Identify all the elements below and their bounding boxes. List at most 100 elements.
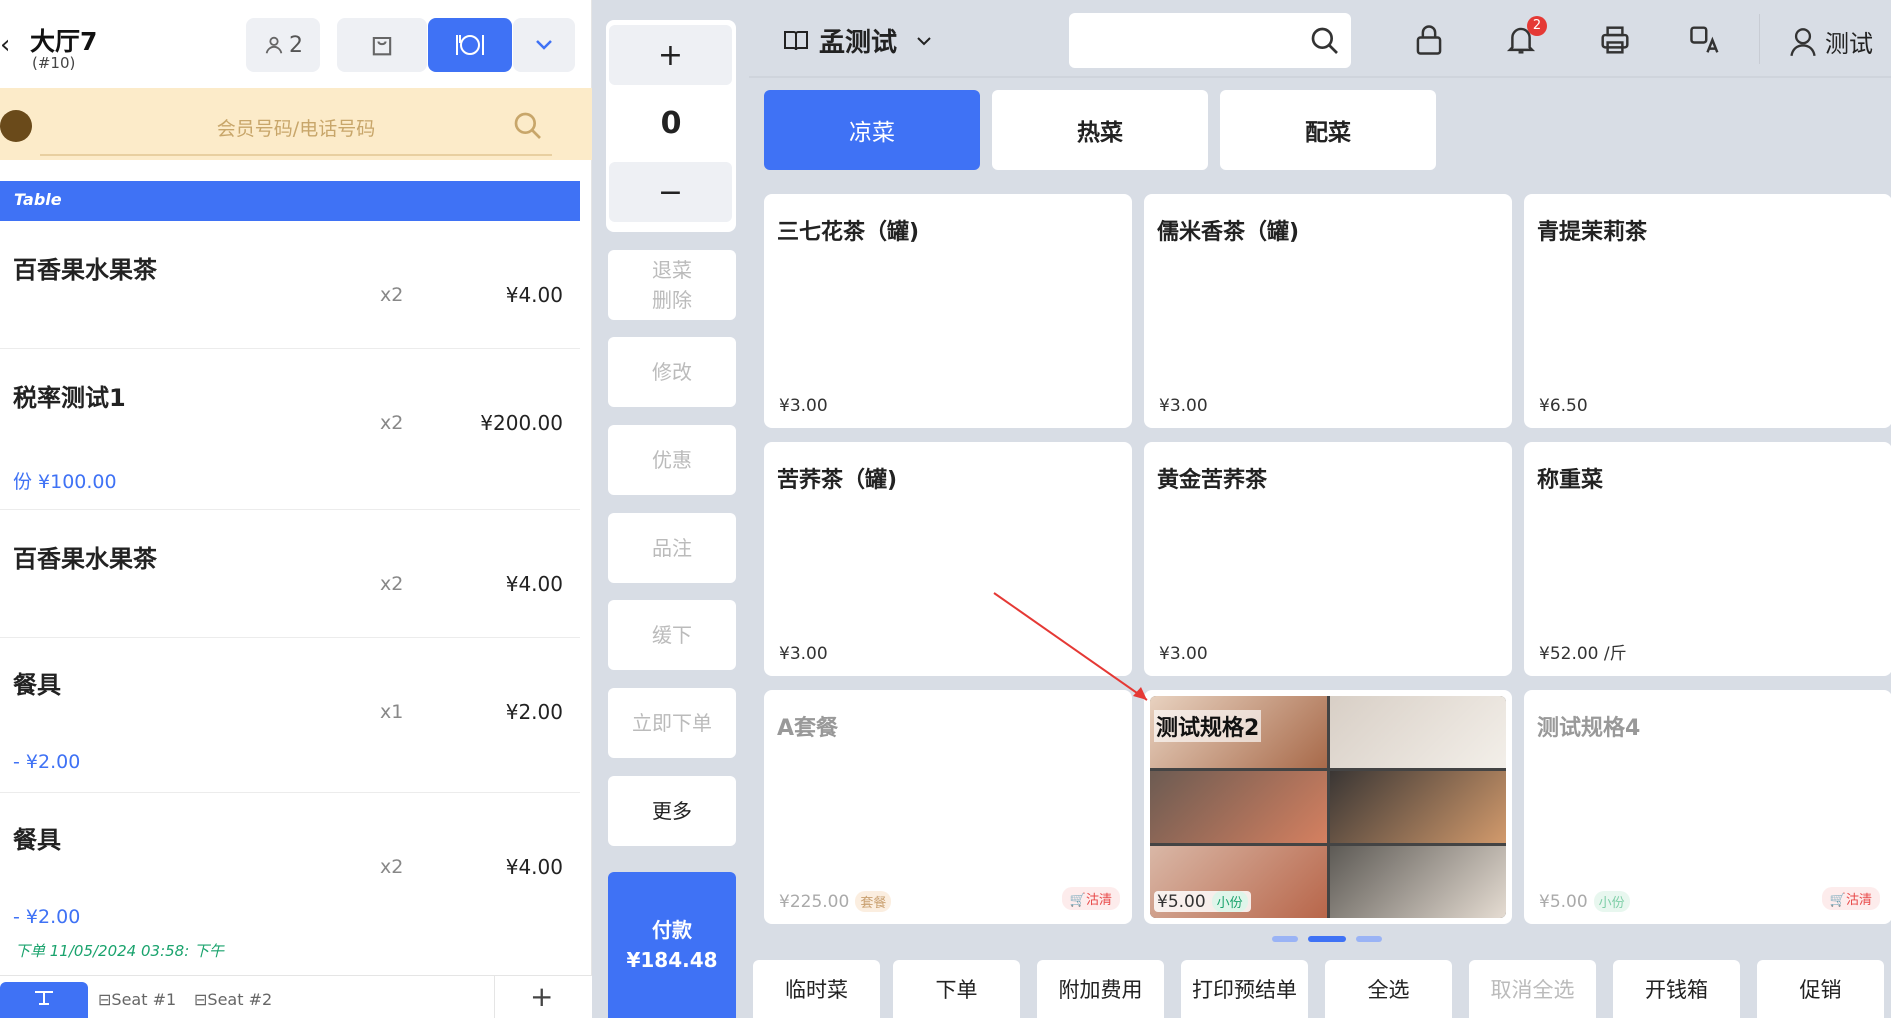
page-dot[interactable] [1272, 936, 1298, 942]
item-qty: x2 [380, 573, 404, 595]
more-button[interactable]: 更多 [608, 776, 736, 846]
promotion-button[interactable]: 促销 [1757, 960, 1884, 1018]
note-button[interactable]: 品注 [608, 513, 736, 583]
product-card-with-image[interactable]: 测试规格2 ¥5.00 小份 [1144, 690, 1512, 924]
product-card[interactable]: 青提茉莉茶 ¥6.50 [1524, 194, 1891, 428]
search-icon[interactable] [512, 110, 544, 142]
quantity-value: 0 [660, 106, 682, 141]
product-price: ¥3.00 [779, 396, 828, 416]
sold-out-badge: 🛒沽清 [1821, 887, 1880, 910]
dine-in-button[interactable] [428, 18, 512, 72]
page-dot-active[interactable] [1308, 936, 1346, 942]
combo-tag: 套餐 [855, 891, 892, 912]
search-icon[interactable] [1309, 25, 1341, 57]
member-search-input[interactable]: 会员号码/电话号码 [40, 100, 552, 156]
bag-icon [372, 36, 392, 56]
user-menu[interactable]: 测试 [1789, 24, 1873, 59]
seat-label: Seat #2 [207, 990, 273, 1009]
product-name: 苦荞茶（罐) [777, 468, 898, 493]
pay-amount: ¥184.48 [626, 948, 718, 972]
product-card[interactable]: 称重菜 ¥52.00 /斤 [1524, 442, 1891, 676]
product-price-row: ¥225.00 套餐 [779, 891, 892, 912]
annotation-arrow [993, 592, 1148, 701]
product-card[interactable]: 黄金苦荞茶 ¥3.00 [1144, 442, 1512, 676]
open-cash-drawer-button[interactable]: 开钱箱 [1613, 960, 1740, 1018]
member-placeholder: 会员号码/电话号码 [216, 117, 376, 140]
seat-all-tab[interactable] [0, 982, 88, 1018]
sold-out-label: 沽清 [1845, 893, 1872, 908]
category-hot-dishes[interactable]: 热菜 [992, 90, 1208, 170]
order-panel: ‹ 大厅7 (#10) 2 会员号码/电话号码 Table 百香果水果茶 x2 … [0, 0, 592, 1018]
chevron-down-icon [536, 40, 552, 50]
order-now-button[interactable]: 立即下单 [608, 688, 736, 758]
increase-button[interactable]: + [609, 25, 732, 85]
page-indicator [1272, 936, 1382, 942]
product-price-row: ¥5.00 小份 [1539, 891, 1630, 912]
seat-label: Seat #1 [111, 990, 177, 1009]
order-item[interactable]: 百香果水果茶 x2 ¥4.00 [0, 511, 580, 638]
seat-bar: ⊟Seat #1 ⊟Seat #2 + [0, 975, 592, 1018]
place-order-button[interactable]: 下单 [893, 960, 1020, 1018]
action-column: + 0 − 退菜 删除 修改 优惠 品注 缓下 立即下单 更多 付款 ¥184.… [592, 0, 749, 1018]
seat-tab-2[interactable]: ⊟Seat #2 [194, 990, 272, 1009]
print-prebill-button[interactable]: 打印预结单 [1181, 960, 1308, 1018]
product-price: ¥6.50 [1539, 396, 1588, 416]
table-icon [35, 991, 53, 1005]
product-card[interactable]: 儒米香茶（罐) ¥3.00 [1144, 194, 1512, 428]
back-icon[interactable]: ‹ [0, 30, 10, 60]
more-dropdown-button[interactable] [513, 18, 575, 72]
pay-button[interactable]: 付款 ¥184.48 [608, 872, 736, 1018]
table-header: Table [0, 181, 580, 221]
vip-icon [0, 110, 32, 142]
decrease-button[interactable]: − [609, 162, 732, 222]
order-item[interactable]: 税率测试1 x2 ¥200.00 份 ¥100.00 [0, 350, 580, 510]
add-seat-button[interactable]: + [530, 980, 553, 1013]
order-number: (#10) [32, 54, 76, 72]
order-item[interactable]: 餐具 x2 ¥4.00 - ¥2.00 下单 11/05/2024 03:58:… [0, 794, 580, 972]
product-card[interactable]: 测试规格4 ¥5.00 小份 🛒沽清 [1524, 690, 1891, 924]
product-name: 三七花茶（罐) [777, 220, 920, 245]
temp-dish-button[interactable]: 临时菜 [753, 960, 880, 1018]
category-side-dishes[interactable]: 配菜 [1220, 90, 1436, 170]
product-name: 测试规格2 [1154, 710, 1262, 742]
item-name: 百香果水果茶 [13, 256, 157, 284]
guest-count: 2 [289, 32, 303, 58]
guest-count-button[interactable]: 2 [246, 18, 320, 72]
page-dot[interactable] [1356, 936, 1382, 942]
category-cold-dishes[interactable]: 凉菜 [764, 90, 980, 170]
translate-icon[interactable] [1685, 20, 1725, 60]
deselect-all-button[interactable]: 取消全选 [1469, 960, 1596, 1018]
notification-badge: 2 [1527, 16, 1547, 36]
store-selector[interactable]: 孟测试 [783, 22, 933, 59]
sold-out-badge: 🛒沽清 [1061, 887, 1120, 910]
item-unit-price: 份 ¥100.00 [13, 471, 117, 493]
product-card[interactable]: 三七花茶（罐) ¥3.00 [764, 194, 1132, 428]
item-price: ¥4.00 [505, 283, 563, 307]
product-price: ¥225.00 [779, 892, 850, 912]
seat-tab-1[interactable]: ⊟Seat #1 [98, 990, 176, 1009]
item-price: ¥4.00 [505, 855, 563, 879]
takeout-button[interactable] [337, 18, 427, 72]
pay-label: 付款 [652, 918, 692, 942]
return-delete-button[interactable]: 退菜 删除 [608, 250, 736, 320]
product-name: 儒米香茶（罐) [1157, 220, 1300, 245]
hold-button[interactable]: 缓下 [608, 600, 736, 670]
item-price: ¥4.00 [505, 572, 563, 596]
printer-icon[interactable] [1595, 20, 1635, 60]
table-title: 大厅7 [30, 27, 98, 56]
modify-button[interactable]: 修改 [608, 337, 736, 407]
product-price: ¥3.00 [1159, 644, 1208, 664]
lock-icon[interactable] [1409, 20, 1449, 60]
extra-charge-button[interactable]: 附加费用 [1037, 960, 1164, 1018]
product-price-row: ¥5.00 小份 [1154, 891, 1251, 912]
select-all-button[interactable]: 全选 [1325, 960, 1452, 1018]
product-search-input[interactable] [1069, 13, 1351, 68]
item-qty: x1 [380, 701, 404, 723]
product-card[interactable]: A套餐 ¥225.00 套餐 🛒沽清 [764, 690, 1132, 924]
item-discount: - ¥2.00 [13, 751, 81, 773]
order-item[interactable]: 百香果水果茶 x2 ¥4.00 [0, 222, 580, 349]
product-price: ¥3.00 [1159, 396, 1208, 416]
discount-button[interactable]: 优惠 [608, 425, 736, 495]
order-item[interactable]: 餐具 x1 ¥2.00 - ¥2.00 [0, 639, 580, 793]
portion-tag: 小份 [1593, 891, 1630, 912]
